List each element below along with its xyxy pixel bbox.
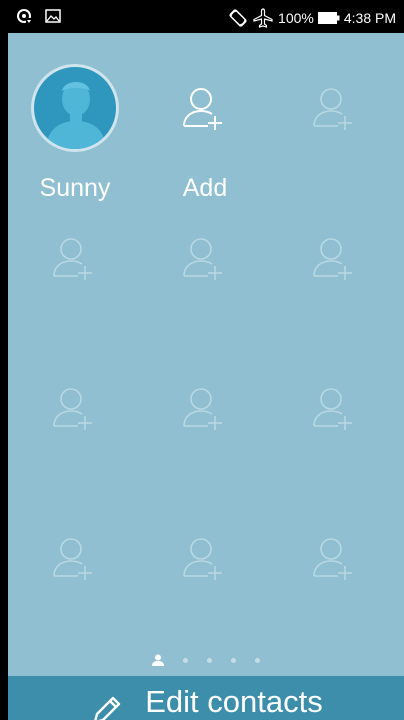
add-person-icon bbox=[53, 538, 92, 580]
edit-contacts-label: Edit contacts bbox=[145, 684, 323, 719]
add-person-icon bbox=[313, 88, 352, 130]
status-time: 4:38 PM bbox=[343, 10, 396, 26]
add-person-icon bbox=[53, 238, 92, 280]
empty-slot[interactable] bbox=[140, 198, 270, 338]
contact-tile-sunny[interactable]: Sunny bbox=[10, 48, 140, 202]
empty-slot[interactable] bbox=[270, 498, 400, 638]
empty-slot[interactable] bbox=[270, 198, 400, 338]
speed-dial-screen: Sunny Add Edit contacts bbox=[8, 33, 404, 720]
add-person-icon bbox=[313, 238, 352, 280]
pencil-icon bbox=[94, 696, 121, 720]
page-dot[interactable] bbox=[231, 657, 236, 663]
empty-slot[interactable] bbox=[10, 198, 140, 338]
add-person-icon bbox=[183, 538, 222, 580]
empty-slot[interactable] bbox=[10, 498, 140, 638]
page-indicator bbox=[8, 654, 404, 666]
empty-slot[interactable] bbox=[140, 348, 270, 488]
add-person-icon bbox=[183, 88, 222, 130]
edit-contacts-button[interactable]: Edit contacts bbox=[8, 676, 404, 720]
empty-slot[interactable] bbox=[140, 498, 270, 638]
battery-icon bbox=[317, 12, 340, 24]
battery-percentage: 100% bbox=[278, 10, 314, 26]
page-dot[interactable] bbox=[207, 657, 212, 663]
contact-avatar bbox=[31, 64, 119, 152]
add-person-icon bbox=[313, 388, 352, 430]
add-person-icon bbox=[313, 538, 352, 580]
status-bar: 100% 4:38 PM bbox=[0, 0, 404, 33]
empty-slot[interactable] bbox=[270, 348, 400, 488]
person-silhouette-icon bbox=[46, 82, 106, 149]
page-dot[interactable] bbox=[255, 657, 260, 663]
page-dot[interactable] bbox=[183, 657, 188, 663]
add-person-icon bbox=[53, 388, 92, 430]
image-notification-icon bbox=[45, 9, 61, 23]
empty-slot[interactable] bbox=[10, 348, 140, 488]
airplane-mode-icon bbox=[253, 8, 273, 28]
sync-status-icon bbox=[17, 9, 32, 24]
rotation-lock-icon bbox=[229, 9, 247, 27]
add-contact-tile[interactable]: Add bbox=[140, 48, 270, 202]
empty-slot[interactable] bbox=[270, 48, 400, 188]
current-page-person-icon[interactable] bbox=[152, 654, 164, 666]
add-person-icon bbox=[183, 388, 222, 430]
add-person-icon bbox=[183, 238, 222, 280]
